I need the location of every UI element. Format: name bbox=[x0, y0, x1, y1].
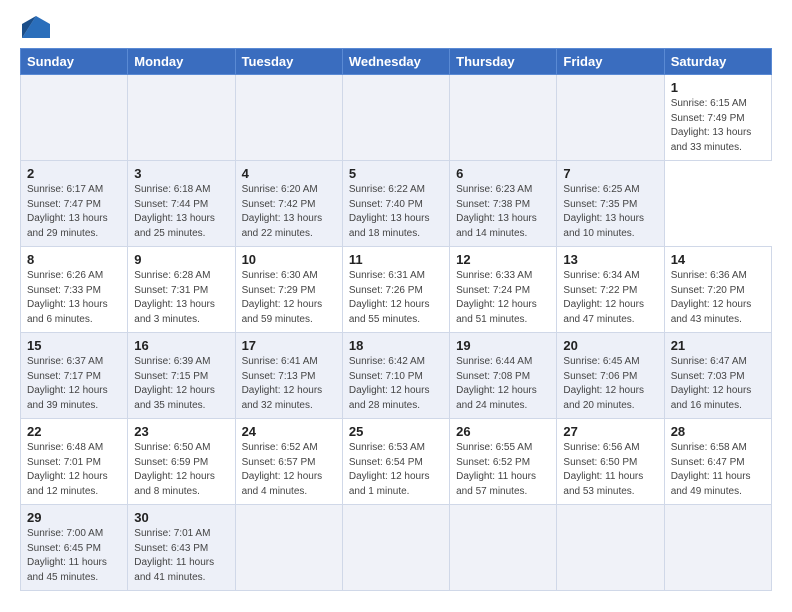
logo bbox=[20, 16, 50, 38]
calendar-week-row: 1Sunrise: 6:15 AMSunset: 7:49 PMDaylight… bbox=[21, 75, 772, 161]
calendar-cell-day-3: 3Sunrise: 6:18 AMSunset: 7:44 PMDaylight… bbox=[128, 161, 235, 247]
calendar-header-friday: Friday bbox=[557, 49, 664, 75]
calendar-cell-day-22: 22Sunrise: 6:48 AMSunset: 7:01 PMDayligh… bbox=[21, 419, 128, 505]
calendar-cell-day-19: 19Sunrise: 6:44 AMSunset: 7:08 PMDayligh… bbox=[450, 333, 557, 419]
calendar-header-monday: Monday bbox=[128, 49, 235, 75]
calendar-cell-day-10: 10Sunrise: 6:30 AMSunset: 7:29 PMDayligh… bbox=[235, 247, 342, 333]
calendar-header-sunday: Sunday bbox=[21, 49, 128, 75]
calendar-cell-empty bbox=[235, 75, 342, 161]
calendar-cell-day-30: 30Sunrise: 7:01 AMSunset: 6:43 PMDayligh… bbox=[128, 505, 235, 591]
calendar-cell-day-23: 23Sunrise: 6:50 AMSunset: 6:59 PMDayligh… bbox=[128, 419, 235, 505]
calendar-cell-day-27: 27Sunrise: 6:56 AMSunset: 6:50 PMDayligh… bbox=[557, 419, 664, 505]
calendar-cell-day-9: 9Sunrise: 6:28 AMSunset: 7:31 PMDaylight… bbox=[128, 247, 235, 333]
header bbox=[20, 16, 772, 38]
calendar-cell-day-21: 21Sunrise: 6:47 AMSunset: 7:03 PMDayligh… bbox=[664, 333, 771, 419]
calendar-cell-day-6: 6Sunrise: 6:23 AMSunset: 7:38 PMDaylight… bbox=[450, 161, 557, 247]
calendar-cell-day-16: 16Sunrise: 6:39 AMSunset: 7:15 PMDayligh… bbox=[128, 333, 235, 419]
calendar-cell-empty bbox=[450, 505, 557, 591]
calendar-cell-day-29: 29Sunrise: 7:00 AMSunset: 6:45 PMDayligh… bbox=[21, 505, 128, 591]
calendar-cell-day-28: 28Sunrise: 6:58 AMSunset: 6:47 PMDayligh… bbox=[664, 419, 771, 505]
calendar-cell-empty bbox=[664, 505, 771, 591]
calendar-cell-empty bbox=[342, 505, 449, 591]
calendar-cell-empty bbox=[450, 75, 557, 161]
calendar-header-row: SundayMondayTuesdayWednesdayThursdayFrid… bbox=[21, 49, 772, 75]
calendar-cell-empty bbox=[342, 75, 449, 161]
calendar-header-tuesday: Tuesday bbox=[235, 49, 342, 75]
calendar-cell-empty bbox=[557, 75, 664, 161]
calendar-cell-empty bbox=[128, 75, 235, 161]
calendar-cell-day-7: 7Sunrise: 6:25 AMSunset: 7:35 PMDaylight… bbox=[557, 161, 664, 247]
calendar-cell-day-18: 18Sunrise: 6:42 AMSunset: 7:10 PMDayligh… bbox=[342, 333, 449, 419]
calendar-week-row: 15Sunrise: 6:37 AMSunset: 7:17 PMDayligh… bbox=[21, 333, 772, 419]
calendar-cell-empty bbox=[235, 505, 342, 591]
calendar-cell-day-14: 14Sunrise: 6:36 AMSunset: 7:20 PMDayligh… bbox=[664, 247, 771, 333]
calendar-cell-day-15: 15Sunrise: 6:37 AMSunset: 7:17 PMDayligh… bbox=[21, 333, 128, 419]
calendar-cell-day-2: 2Sunrise: 6:17 AMSunset: 7:47 PMDaylight… bbox=[21, 161, 128, 247]
calendar-cell-day-17: 17Sunrise: 6:41 AMSunset: 7:13 PMDayligh… bbox=[235, 333, 342, 419]
calendar-header-thursday: Thursday bbox=[450, 49, 557, 75]
calendar-cell-day-4: 4Sunrise: 6:20 AMSunset: 7:42 PMDaylight… bbox=[235, 161, 342, 247]
calendar-cell-day-12: 12Sunrise: 6:33 AMSunset: 7:24 PMDayligh… bbox=[450, 247, 557, 333]
calendar-cell-day-26: 26Sunrise: 6:55 AMSunset: 6:52 PMDayligh… bbox=[450, 419, 557, 505]
calendar-cell-day-13: 13Sunrise: 6:34 AMSunset: 7:22 PMDayligh… bbox=[557, 247, 664, 333]
calendar-week-row: 2Sunrise: 6:17 AMSunset: 7:47 PMDaylight… bbox=[21, 161, 772, 247]
calendar-cell-day-11: 11Sunrise: 6:31 AMSunset: 7:26 PMDayligh… bbox=[342, 247, 449, 333]
calendar-table: SundayMondayTuesdayWednesdayThursdayFrid… bbox=[20, 48, 772, 591]
calendar-week-row: 29Sunrise: 7:00 AMSunset: 6:45 PMDayligh… bbox=[21, 505, 772, 591]
calendar-week-row: 8Sunrise: 6:26 AMSunset: 7:33 PMDaylight… bbox=[21, 247, 772, 333]
calendar-header-wednesday: Wednesday bbox=[342, 49, 449, 75]
page: SundayMondayTuesdayWednesdayThursdayFrid… bbox=[0, 0, 792, 612]
calendar-cell-day-1: 1Sunrise: 6:15 AMSunset: 7:49 PMDaylight… bbox=[664, 75, 771, 161]
logo-icon bbox=[22, 16, 50, 38]
calendar-cell-empty bbox=[21, 75, 128, 161]
calendar-cell-empty bbox=[557, 505, 664, 591]
calendar-week-row: 22Sunrise: 6:48 AMSunset: 7:01 PMDayligh… bbox=[21, 419, 772, 505]
calendar-header-saturday: Saturday bbox=[664, 49, 771, 75]
calendar-cell-day-8: 8Sunrise: 6:26 AMSunset: 7:33 PMDaylight… bbox=[21, 247, 128, 333]
calendar-cell-day-25: 25Sunrise: 6:53 AMSunset: 6:54 PMDayligh… bbox=[342, 419, 449, 505]
calendar-cell-day-24: 24Sunrise: 6:52 AMSunset: 6:57 PMDayligh… bbox=[235, 419, 342, 505]
calendar-cell-day-5: 5Sunrise: 6:22 AMSunset: 7:40 PMDaylight… bbox=[342, 161, 449, 247]
calendar-cell-day-20: 20Sunrise: 6:45 AMSunset: 7:06 PMDayligh… bbox=[557, 333, 664, 419]
